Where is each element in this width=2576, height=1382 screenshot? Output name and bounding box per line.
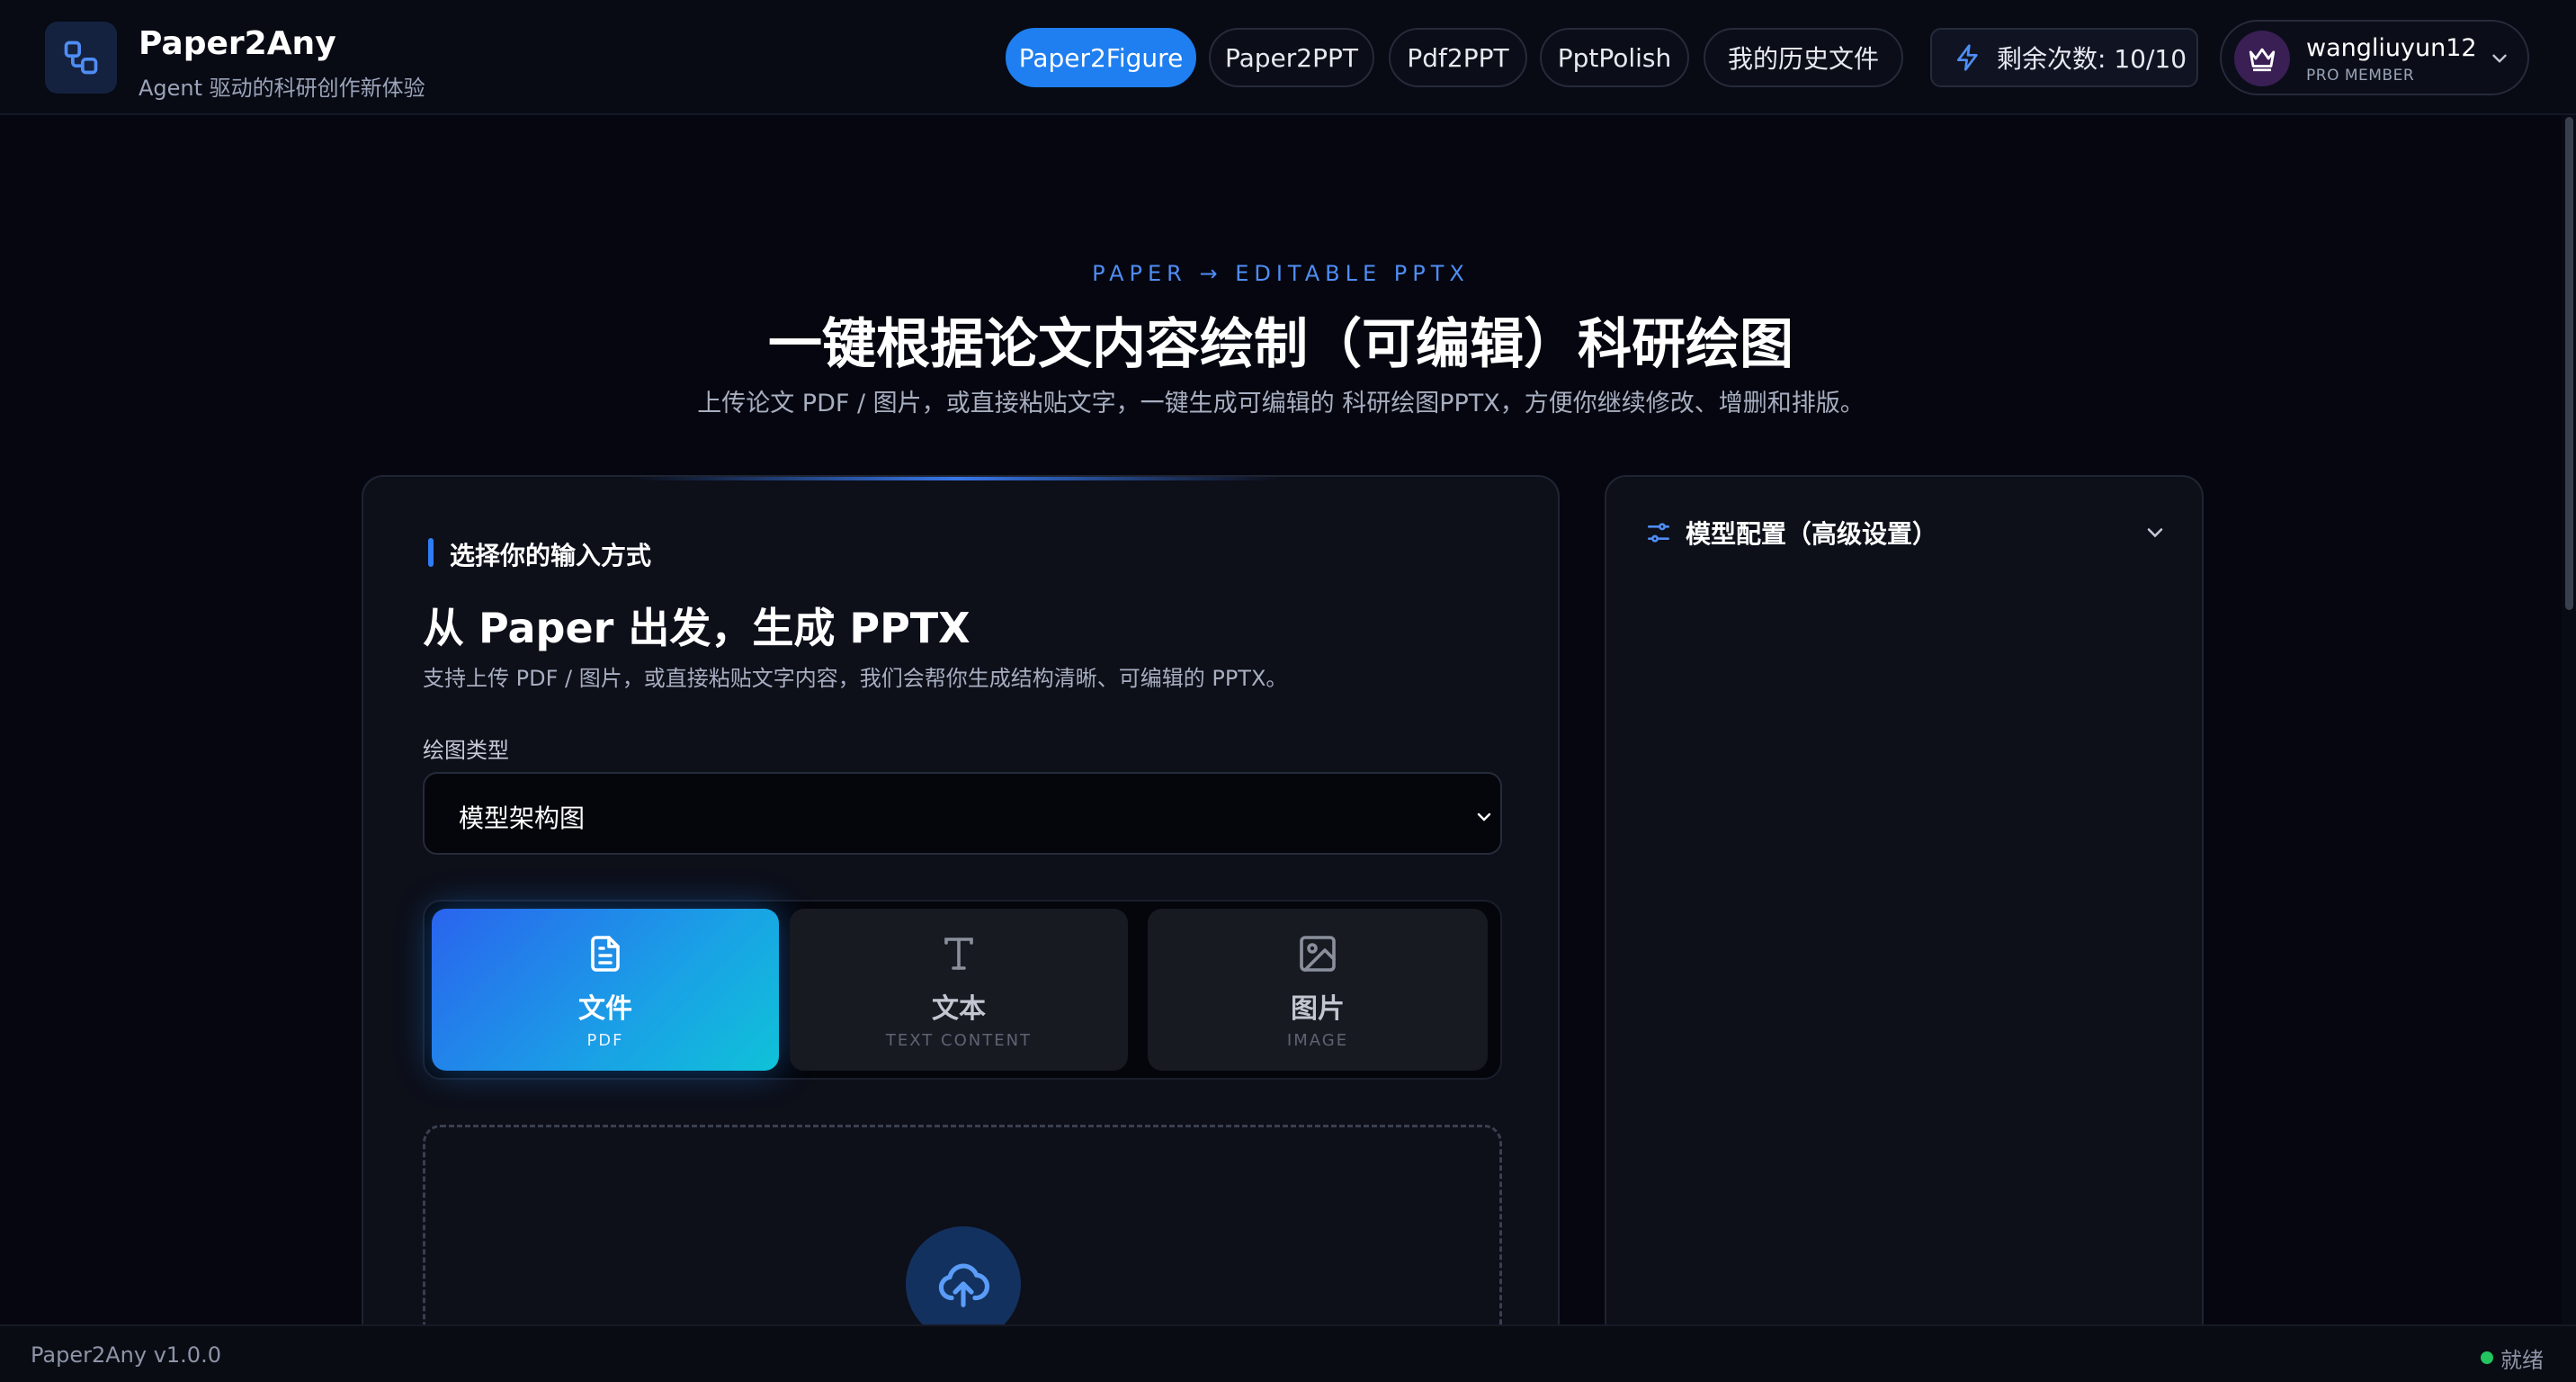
brand-subtitle: Agent 驱动的科研创作新体验: [139, 76, 425, 101]
hero-subtitle: 上传论文 PDF / 图片，或直接粘贴文字，一键生成可编辑的 科研绘图PPTX，…: [697, 390, 1865, 417]
figure-type-select[interactable]: 模型架构图: [423, 772, 1502, 855]
user-name: wangliuyun12: [2306, 34, 2477, 62]
card-description: 支持上传 PDF / 图片，或直接粘贴文字内容，我们会帮你生成结构清晰、可编辑的…: [423, 666, 1288, 691]
nav-tab-history[interactable]: 我的历史文件: [1704, 28, 1903, 87]
hero-eyebrow: PAPER → EDITABLE PPTX: [1092, 261, 1470, 286]
input-mode-tabs: 文件 PDF 文本 TEXT CONTENT 图片 IMAGE: [423, 900, 1502, 1080]
section-accent-bar: [428, 538, 434, 567]
input-card: 选择你的输入方式 从 Paper 出发，生成 PPTX 支持上传 PDF / 图…: [362, 475, 1560, 1382]
file-text-icon: [591, 936, 620, 972]
chevron-down-icon: [1477, 812, 1491, 821]
nav-tab-paper2figure[interactable]: Paper2Figure: [1006, 28, 1196, 87]
text-icon: [944, 938, 973, 970]
model-config-toggle[interactable]: 模型配置（高级设置）: [1686, 515, 1937, 551]
quota-indicator[interactable]: 剩余次数: 10/10: [1930, 28, 2198, 87]
app-logo[interactable]: [45, 22, 117, 94]
nav-tab-paper2ppt[interactable]: Paper2PPT: [1209, 28, 1374, 87]
mode-label: 文件: [578, 993, 632, 1025]
mode-tab-file[interactable]: 文件 PDF: [432, 909, 779, 1071]
app-version: Paper2Any v1.0.0: [31, 1342, 221, 1368]
user-role: PRO MEMBER: [2306, 67, 2415, 85]
section-label: 选择你的输入方式: [450, 541, 652, 570]
user-menu[interactable]: wangliuyun12 PRO MEMBER: [2220, 20, 2529, 95]
scrollbar-thumb[interactable]: [2565, 117, 2573, 610]
top-header: Paper2Any Agent 驱动的科研创作新体验 Paper2Figure …: [0, 0, 2576, 115]
status-text: 就绪: [2500, 1348, 2544, 1373]
sliders-icon: [1648, 523, 1669, 543]
avatar: [2234, 31, 2290, 86]
mode-sublabel: TEXT CONTENT: [885, 1031, 1033, 1050]
brand-title: Paper2Any: [139, 25, 336, 62]
crown-icon: [2249, 48, 2276, 72]
figure-type-value: 模型架构图: [459, 803, 586, 833]
mode-sublabel: IMAGE: [1286, 1031, 1349, 1050]
lightning-icon: [1957, 44, 1978, 71]
mode-tab-image[interactable]: 图片 IMAGE: [1148, 909, 1488, 1071]
model-config-card: 模型配置（高级设置）: [1605, 475, 2204, 1382]
image-icon: [1300, 936, 1336, 972]
app-window: Paper2Any Agent 驱动的科研创作新体验 Paper2Figure …: [0, 0, 2576, 1382]
card-glow: [633, 477, 1281, 480]
chevron-down-icon: [2492, 54, 2507, 63]
quota-label: 剩余次数: 10/10: [1997, 44, 2187, 74]
chevron-down-icon[interactable]: [2142, 520, 2168, 545]
page-title: 一键根据论文内容绘制（可编辑）科研绘图: [768, 313, 1793, 376]
card-title: 从 Paper 出发，生成 PPTX: [423, 604, 970, 652]
workflow-icon: [64, 40, 98, 75]
status-indicator: [2481, 1351, 2493, 1364]
mode-sublabel: PDF: [586, 1031, 624, 1050]
nav-tab-pptpolish[interactable]: PptPolish: [1540, 28, 1689, 87]
mode-label: 文本: [932, 993, 986, 1025]
mode-tab-text[interactable]: 文本 TEXT CONTENT: [790, 909, 1128, 1071]
cloud-upload-icon: [938, 1263, 990, 1307]
figure-type-label: 绘图类型: [423, 738, 509, 763]
nav-tab-pdf2ppt[interactable]: Pdf2PPT: [1389, 28, 1527, 87]
status-bar: Paper2Any v1.0.0 就绪: [0, 1324, 2576, 1382]
mode-label: 图片: [1291, 993, 1345, 1025]
